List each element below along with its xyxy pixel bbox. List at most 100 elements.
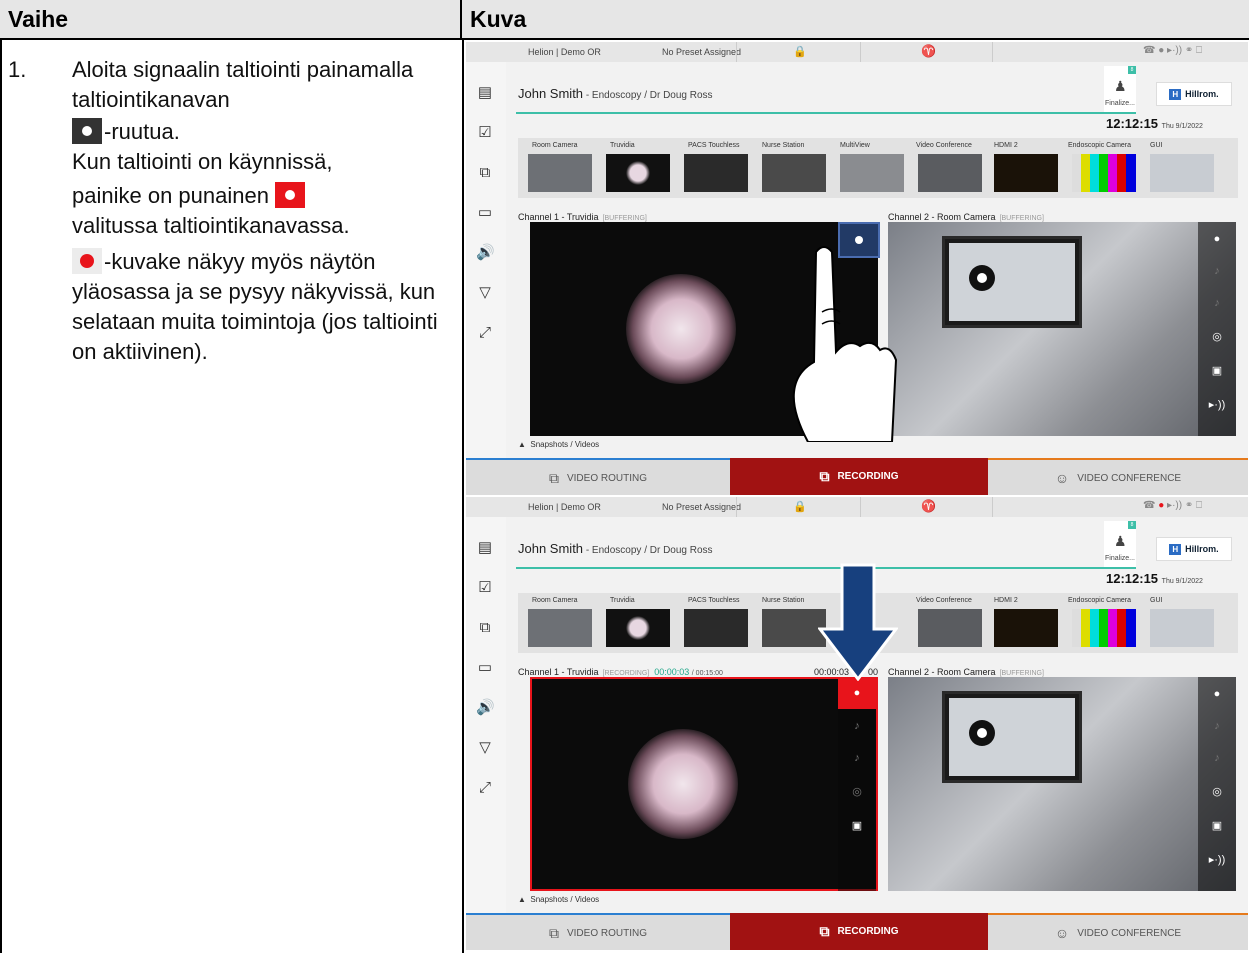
- channel-1-video-recording[interactable]: [530, 677, 878, 891]
- channel-1-status: [BUFFERING]: [602, 215, 647, 222]
- channel-2-video[interactable]: [888, 677, 1236, 891]
- recording-icon[interactable]: ▭: [476, 204, 494, 222]
- tab-video-routing[interactable]: ⧉ VIDEO ROUTING: [466, 913, 730, 950]
- finalize-button[interactable]: 8 ♟ Finalize...: [1104, 521, 1136, 567]
- source-thumb[interactable]: [606, 609, 670, 647]
- tab-routing-label: VIDEO ROUTING: [566, 473, 647, 484]
- source-thumb[interactable]: [762, 154, 826, 192]
- patient-card-icon[interactable]: ▤: [476, 84, 494, 102]
- source-thumb[interactable]: [762, 609, 826, 647]
- camera-icon[interactable]: ▣: [1198, 811, 1236, 841]
- channel-1-name: Channel 1 - Truvidia: [518, 212, 599, 222]
- snapshot-dim-icon[interactable]: ♪: [838, 711, 876, 741]
- auto-dim-icon[interactable]: ◎: [838, 777, 876, 807]
- source-label: Truvidia: [610, 597, 635, 604]
- checklist-icon[interactable]: ☑: [476, 124, 494, 142]
- lock-icon[interactable]: 🔒: [793, 500, 807, 513]
- lock-icon[interactable]: 🔒: [793, 45, 807, 58]
- bottom-tabs: ⧉ VIDEO ROUTING ⧉ RECORDING ☺ VIDEO CONFERE…: [466, 458, 1248, 495]
- tab-conference-label: VIDEO CONFERENCE: [1077, 473, 1182, 484]
- finalize-badge: 8: [1128, 66, 1136, 74]
- tab-video-conference[interactable]: ☺ VIDEO CONFERENCE: [988, 913, 1248, 950]
- source-label: Room Camera: [532, 142, 578, 149]
- source-thumb[interactable]: [1072, 154, 1136, 192]
- patient-card-icon[interactable]: ▤: [476, 539, 494, 557]
- camera-control-icon[interactable]: ⤢: [476, 779, 494, 797]
- source-thumb[interactable]: [1150, 154, 1214, 192]
- status-icons: ☎ ● ▸·)) ⚭ ⎕: [1143, 500, 1203, 511]
- recording-icon[interactable]: ▭: [476, 659, 494, 677]
- source-thumb[interactable]: [994, 154, 1058, 192]
- record-icon[interactable]: ●: [1198, 679, 1236, 709]
- stream-icon[interactable]: ▸·)): [1198, 390, 1236, 420]
- status-icons: ☎ ● ▸·)) ⚭ ⎕: [1143, 45, 1202, 56]
- tab-recording-label: RECORDING: [837, 926, 899, 937]
- source-label: Video Conference: [916, 142, 972, 149]
- light-icon[interactable]: ▽: [476, 739, 494, 757]
- source-thumb[interactable]: [918, 154, 982, 192]
- clip-dim-icon[interactable]: ♪: [1198, 288, 1236, 318]
- auto-icon[interactable]: ◎: [1198, 777, 1236, 807]
- patient-name: John Smith: [518, 541, 584, 556]
- record-dot-icon: [72, 248, 102, 274]
- clip-dim-icon[interactable]: ♪: [838, 743, 876, 773]
- tab-video-conference[interactable]: ☺ VIDEO CONFERENCE: [988, 458, 1248, 495]
- brand-name: Hillrom.: [1185, 89, 1219, 99]
- channel-2-video[interactable]: [888, 222, 1236, 436]
- snapshots-toggle[interactable]: ▲ Snapshots / Videos: [518, 440, 599, 449]
- source-thumb[interactable]: [994, 609, 1058, 647]
- record-active-button[interactable]: ●: [838, 677, 876, 709]
- light-icon[interactable]: ▽: [476, 284, 494, 302]
- routing-icon[interactable]: ⧉: [476, 164, 494, 182]
- channel-2-controls: ● ♪ ♪ ◎ ▣ ▸·)): [1198, 677, 1236, 891]
- tab-video-routing[interactable]: ⧉ VIDEO ROUTING: [466, 458, 730, 495]
- source-thumb[interactable]: [528, 154, 592, 192]
- source-thumb[interactable]: [606, 154, 670, 192]
- patient-info: John Smith - Endoscopy / Dr Doug Ross: [518, 86, 713, 101]
- source-thumb[interactable]: [528, 609, 592, 647]
- source-thumb[interactable]: [1150, 609, 1214, 647]
- snapshots-toggle[interactable]: ▲ Snapshots / Videos: [518, 895, 599, 904]
- channel-2-label: Channel 2 - Room Camera [BUFFERING]: [888, 212, 1044, 222]
- audio-icon[interactable]: 🔊: [476, 699, 495, 717]
- source-label: Endoscopic Camera: [1068, 142, 1132, 149]
- sidebar: ▤ ☑ ⧉ ▭ 🔊 ▽ ⤢: [466, 62, 506, 479]
- tab-recording[interactable]: ⧉ RECORDING: [730, 913, 988, 950]
- stream-icon[interactable]: ▸·)): [1198, 845, 1236, 875]
- tab-recording[interactable]: ⧉ RECORDING: [730, 458, 988, 495]
- auto-icon[interactable]: ◎: [1198, 322, 1236, 352]
- snapshot-dim-icon[interactable]: ♪: [1198, 711, 1236, 741]
- hillrom-logo: H Hillrom.: [1156, 82, 1232, 106]
- table-divider: [462, 40, 464, 953]
- source-label: Video Conference: [916, 597, 972, 604]
- source-thumb[interactable]: [684, 609, 748, 647]
- camera-control-icon[interactable]: ⤢: [476, 324, 494, 342]
- clip-dim-icon[interactable]: ♪: [1198, 743, 1236, 773]
- step-line-5: valitussa taltiointikanavassa.: [72, 213, 350, 238]
- source-thumb[interactable]: [684, 154, 748, 192]
- channel-2-name: Channel 2 - Room Camera: [888, 212, 996, 222]
- source-thumb[interactable]: [840, 154, 904, 192]
- instruction-table: Vaihe Kuva 1. Aloita signaalin taltioint…: [0, 0, 1249, 953]
- patient-detail: - Endoscopy / Dr Doug Ross: [583, 90, 713, 101]
- record-icon[interactable]: ●: [1198, 224, 1236, 254]
- snapshot-dim-icon[interactable]: ♪: [1198, 256, 1236, 286]
- source-thumb[interactable]: [918, 609, 982, 647]
- source-strip: Room Camera Truvidia PACS Touchless Nurs…: [518, 138, 1238, 198]
- user-icon[interactable]: ♈: [921, 44, 936, 58]
- screenshot-before: Helion | Demo OR No Preset Assigned 🔒 ♈ …: [466, 42, 1248, 495]
- preset-label: No Preset Assigned: [662, 502, 742, 512]
- brand-name: Hillrom.: [1185, 544, 1219, 554]
- camera-icon[interactable]: ▣: [1198, 356, 1236, 386]
- routing-icon[interactable]: ⧉: [476, 619, 494, 637]
- finalize-button[interactable]: 8 ♟ Finalize...: [1104, 66, 1136, 112]
- audio-icon[interactable]: 🔊: [476, 244, 495, 262]
- bottom-tabs: ⧉ VIDEO ROUTING ⧉ RECORDING ☺ VIDEO CONFERE…: [466, 913, 1248, 950]
- patient-name: John Smith: [518, 86, 584, 101]
- user-icon[interactable]: ♈: [921, 499, 936, 513]
- source-thumb[interactable]: [1072, 609, 1136, 647]
- endoscope-light: [626, 274, 736, 384]
- camera-icon[interactable]: ▣: [838, 811, 876, 841]
- header-underline: [516, 112, 1136, 114]
- checklist-icon[interactable]: ☑: [476, 579, 494, 597]
